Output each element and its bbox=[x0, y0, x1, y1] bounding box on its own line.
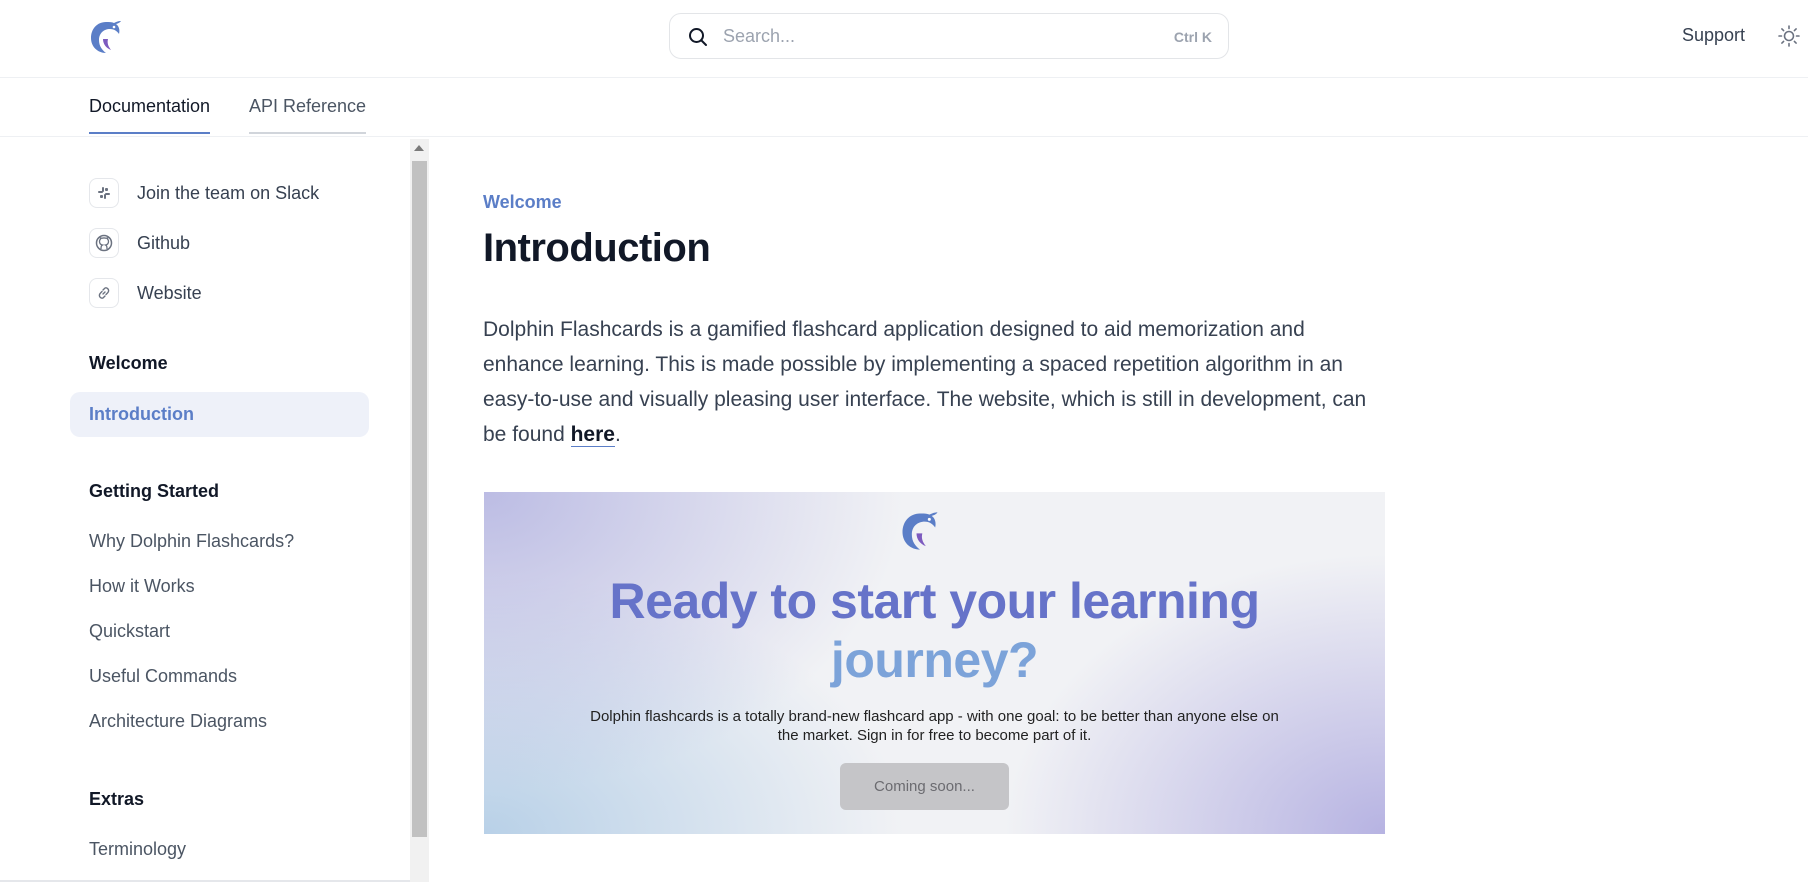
page-title: Introduction bbox=[483, 226, 711, 270]
sidebar-item-how-it-works[interactable]: How it Works bbox=[89, 576, 195, 597]
search-icon bbox=[689, 28, 707, 46]
search-bar[interactable]: Search... Ctrl K bbox=[669, 13, 1229, 59]
hero-title: Ready to start your learning journey? bbox=[484, 572, 1385, 690]
dolphin-logo-icon bbox=[902, 512, 938, 550]
sidebar-link-website[interactable]: Website bbox=[89, 277, 202, 309]
sidebar-section-getting-started: Getting Started bbox=[89, 481, 220, 501]
search-shortcut: Ctrl K bbox=[1173, 29, 1212, 45]
coming-soon-button: Coming soon... bbox=[840, 763, 1009, 810]
breadcrumb: Welcome bbox=[483, 192, 562, 212]
slack-icon bbox=[89, 178, 119, 208]
intro-end: . bbox=[614, 423, 621, 446]
sidebar-item-architecture-diagrams[interactable]: Architecture Diagrams bbox=[89, 711, 267, 732]
sidebar-item-useful-commands[interactable]: Useful Commands bbox=[89, 666, 237, 687]
sidebar-link-label: Join the team on Slack bbox=[137, 182, 320, 203]
top-tabs: Documentation API Reference bbox=[0, 78, 1808, 137]
hero-title-line1: Ready to start your learning bbox=[609, 573, 1260, 629]
tab-documentation[interactable]: Documentation bbox=[89, 96, 211, 134]
sidebar-section-extras: Extras bbox=[89, 789, 145, 809]
sidebar-link-label: Website bbox=[137, 282, 202, 303]
scrollbar-thumb[interactable] bbox=[412, 161, 427, 837]
sidebar: Join the team on Slack Github Website We… bbox=[0, 139, 410, 882]
link-icon bbox=[89, 278, 119, 308]
hero-title-line2: journey? bbox=[830, 632, 1039, 688]
sidebar-scrollbar[interactable] bbox=[410, 139, 429, 882]
hero-banner-image: Ready to start your learning journey? Do… bbox=[484, 492, 1385, 834]
sidebar-item-quickstart[interactable]: Quickstart bbox=[89, 621, 170, 642]
sidebar-item-terminology[interactable]: Terminology bbox=[89, 839, 186, 860]
theme-toggle-sun-icon[interactable] bbox=[1778, 25, 1800, 47]
hero-subtitle: Dolphin flashcards is a totally brand-ne… bbox=[590, 708, 1279, 744]
top-header: Search... Ctrl K Support bbox=[0, 0, 1808, 78]
github-icon bbox=[89, 228, 119, 258]
sidebar-link-label: Github bbox=[137, 232, 191, 253]
tab-api-reference[interactable]: API Reference bbox=[249, 96, 367, 134]
dolphin-logo-icon[interactable] bbox=[89, 19, 123, 55]
sidebar-link-slack[interactable]: Join the team on Slack bbox=[89, 177, 319, 209]
sidebar-link-github[interactable]: Github bbox=[89, 227, 190, 259]
search-placeholder: Search... bbox=[723, 26, 796, 46]
intro-paragraph: Dolphin Flashcards is a gamified flashca… bbox=[483, 312, 1383, 452]
sidebar-item-introduction[interactable]: Introduction bbox=[70, 392, 369, 437]
scroll-up-arrow-icon[interactable] bbox=[414, 145, 424, 151]
sidebar-section-welcome: Welcome bbox=[89, 353, 168, 373]
support-link[interactable]: Support bbox=[1682, 25, 1745, 46]
sidebar-item-why-dolphin-flashcards[interactable]: Why Dolphin Flashcards? bbox=[89, 531, 294, 552]
intro-here-link[interactable]: here bbox=[570, 423, 615, 447]
